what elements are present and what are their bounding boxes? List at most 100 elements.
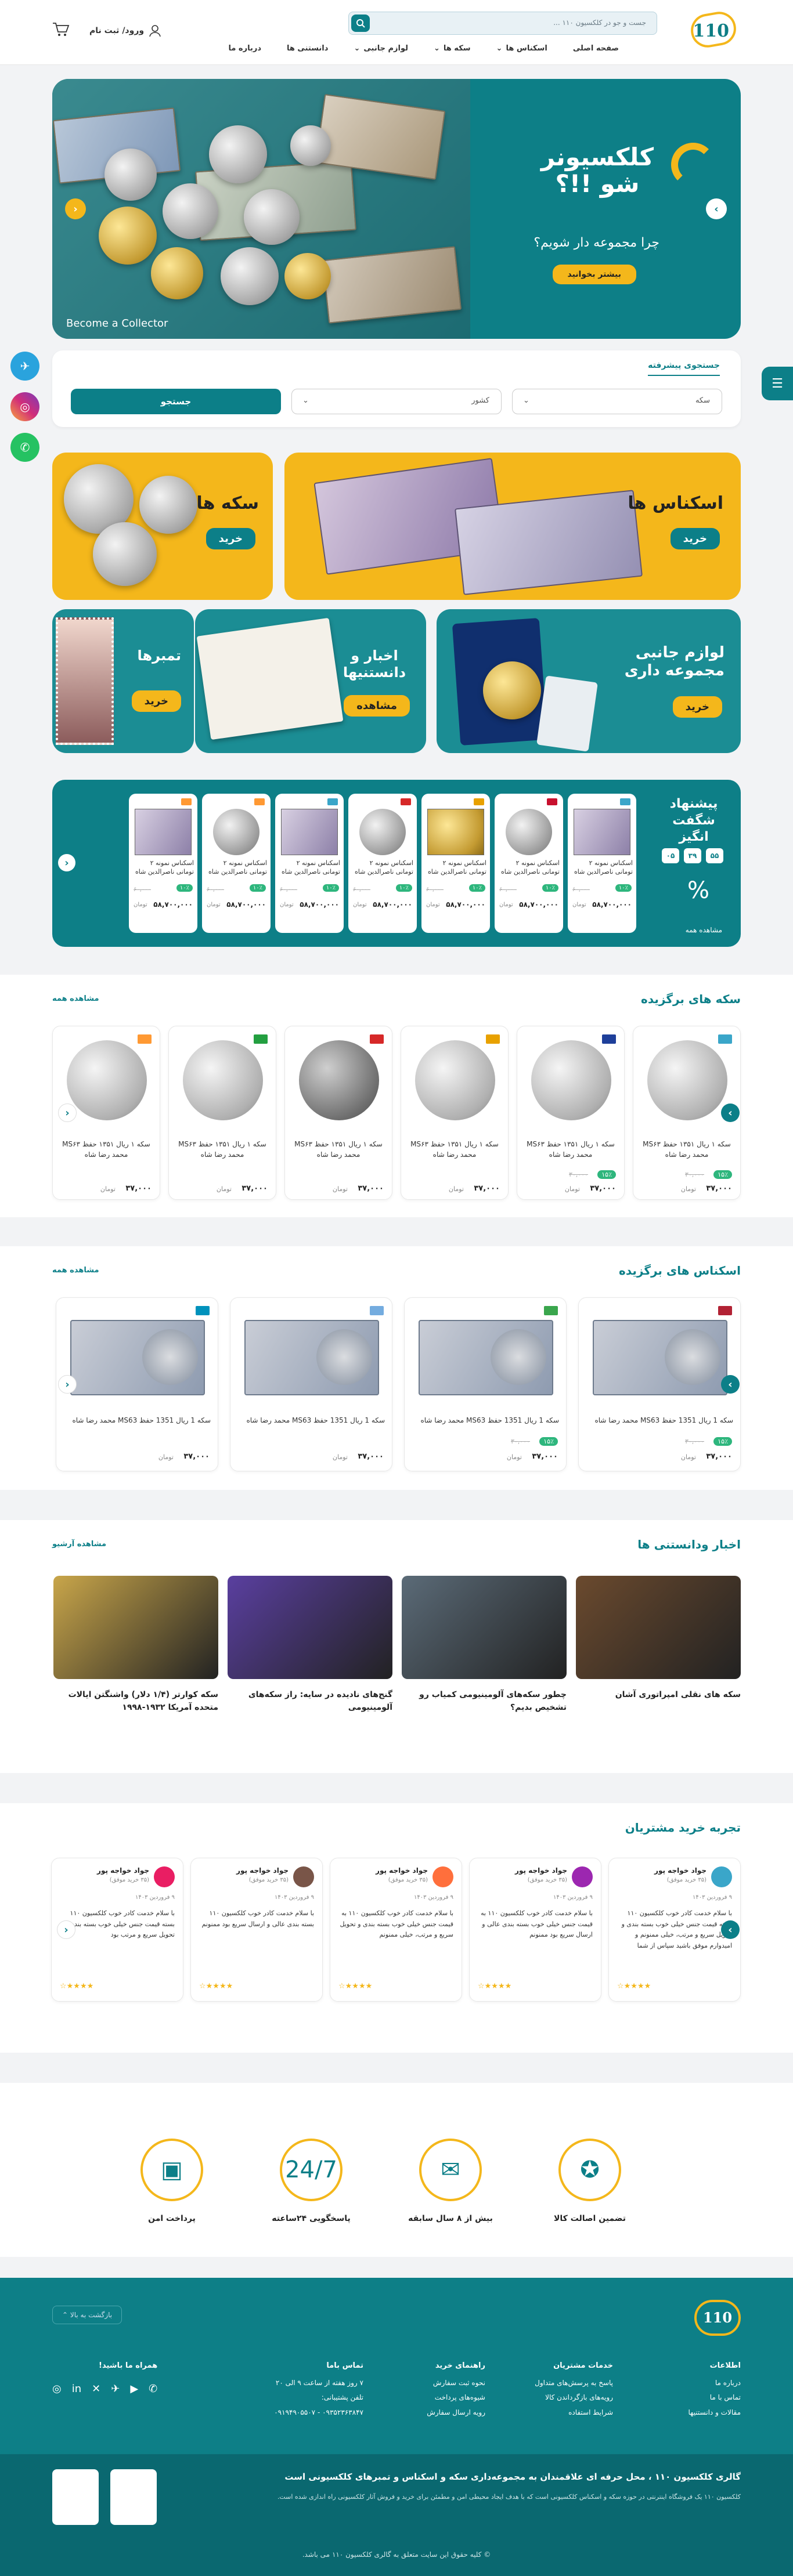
instagram-icon[interactable]: ◎ (52, 2378, 62, 2400)
youtube-icon[interactable]: ▶ (130, 2378, 138, 2400)
footer-link-payment[interactable]: شیوه‌های پرداخت (427, 2390, 485, 2405)
footer-link-order[interactable]: نحوه ثبت سفارش (427, 2376, 485, 2390)
price: ۳۷,۰۰۰ (241, 1184, 268, 1193)
offer-card[interactable]: اسکناس نمونه ۲ تومانی ناصرالدین شاه ۱۰٪ ۶۰… (348, 794, 417, 933)
telegram-icon[interactable]: ✈ (111, 2378, 120, 2400)
offer-card[interactable]: اسکناس نمونه ۲ تومانی ناصرالدین شاه ۱۰٪ ۶۰… (202, 794, 271, 933)
slider-next-arrow[interactable]: › (706, 198, 727, 219)
news-card[interactable]: سکه کوارتر (۱/۴ دلار) واشنگتن ایالات متح… (53, 1576, 218, 1731)
twitter-icon[interactable]: ✕ (92, 2378, 100, 2400)
footer-col-guide: راهنمای خرید نحوه ثبت سفارش شیوه‌های پرداخ… (427, 2358, 485, 2420)
banknote-product-card[interactable]: سکه 1 ریال 1351 حفظ MS63 محمد رضا شاه ۳۷,… (56, 1297, 218, 1471)
coin-product-card[interactable]: سکه ۱ ریال ۱۳۵۱ حفظ MS۶۳ محمد رضا شاه ۱۵٪… (517, 1026, 625, 1200)
stamps-title: تمبرها (137, 647, 181, 664)
currency: تومان (134, 902, 147, 908)
telegram-icon[interactable]: ✈ (10, 352, 39, 381)
banknotes-category-banner[interactable]: اسکناس ها خرید (284, 453, 741, 600)
news-title: سکه های نقلی امپراتوری آشان (615, 1690, 741, 1699)
linkedin-icon[interactable]: in (72, 2378, 81, 2400)
featured-banknotes-view-all[interactable]: مشاهده همه (52, 1266, 99, 1275)
site-logo[interactable]: 110 (684, 8, 741, 51)
banknote-product-card[interactable]: سکه 1 ریال 1351 حفظ MS63 محمد رضا شاه ۱۵٪… (578, 1297, 741, 1471)
whatsapp-icon[interactable]: ✆ (149, 2378, 157, 2400)
offer-card[interactable]: اسکناس نمونه ۲ تومانی ناصرالدین شاه ۱۰٪ ۶۰… (495, 794, 563, 933)
footer-link-articles[interactable]: مقالات و دانستنیها (689, 2405, 741, 2420)
coins-buy-button[interactable]: خرید (206, 528, 255, 549)
nav-coins[interactable]: سکه ها ⌄ (434, 44, 471, 53)
offer-card[interactable]: اسکناس نمونه ۲ تومانی ناصرالدین شاه ۱۰٪ ۶۰… (568, 794, 636, 933)
search-icon[interactable] (351, 15, 370, 32)
news-card[interactable]: سکه های نقلی امپراتوری آشان (576, 1576, 741, 1731)
offer-view-all-link[interactable]: مشاهده همه (686, 926, 722, 934)
footer-link-terms[interactable]: شرایط استفاده (535, 2405, 613, 2420)
nav-articles[interactable]: دانستنی ها (287, 44, 328, 53)
login-register-link[interactable]: ورود/ ثبت نام (89, 24, 161, 37)
stamps-category-banner[interactable]: تمبرها خرید (52, 609, 194, 753)
whatsapp-icon[interactable]: ✆ (10, 433, 39, 462)
category-select[interactable]: سکه ⌄ (512, 389, 722, 414)
reviewer-purchases: (۳۵ خرید موفق) (109, 1877, 149, 1883)
reviews-next-arrow[interactable]: › (721, 1920, 740, 1939)
footer-link-about[interactable]: درباره ما (689, 2376, 741, 2390)
footer-link-contact[interactable]: تماس با ما (689, 2390, 741, 2405)
news-card[interactable]: گنج‌های نادیده در سایه: راز سکه‌های آلوم… (228, 1576, 392, 1731)
search-input[interactable]: جست و جو در کلکسیون ۱۱۰ ... (348, 12, 657, 35)
coins-category-banner[interactable]: سکه ها خرید (52, 453, 273, 600)
banknotes-buy-button[interactable]: خرید (670, 528, 720, 549)
featured-coins-view-all[interactable]: مشاهده همه (52, 994, 99, 1003)
coins-prev-arrow[interactable]: ‹ (58, 1104, 77, 1122)
cart-icon[interactable] (52, 22, 70, 39)
news-image (228, 1576, 392, 1679)
news-archive-link[interactable]: مشاهده آرشیو (52, 1540, 106, 1549)
nav-about[interactable]: درباره ما (228, 44, 261, 53)
news-view-button[interactable]: مشاهده (344, 695, 410, 717)
coin-product-card[interactable]: سکه ۱ ریال ۱۳۵۱ حفظ MS۶۳ محمد رضا شاه ۳۷,… (168, 1026, 276, 1200)
featured-banknotes-title: اسکناس های برگزیده (619, 1264, 741, 1278)
footer-link-returns[interactable]: رویه‌های بازگرداندن کالا (535, 2390, 613, 2405)
coin-product-card[interactable]: سکه ۱ ریال ۱۳۵۱ حفظ MS۶۳ محمد رضا شاه ۳۷,… (284, 1026, 392, 1200)
country-flag (254, 1034, 268, 1044)
hero-slider[interactable]: کلکسیونر شو !!؟ چرا مجموعه دار شویم؟ بیشت… (52, 79, 741, 339)
back-to-top-button[interactable]: بازگشت به بالا ⌃ (52, 2306, 122, 2324)
footer-link-faq[interactable]: پاسخ به پرسش‌های متداول (535, 2376, 613, 2390)
footer-col-social: همراه ما باشید! ✆ ▶ ✈ ✕ in ◎ (52, 2358, 157, 2400)
banknote-product-card[interactable]: سکه 1 ریال 1351 حفظ MS63 محمد رضا شاه ۱۵٪… (404, 1297, 567, 1471)
advanced-search-button[interactable]: جستجو (71, 389, 281, 414)
hero-read-more-button[interactable]: بیشتر بخوانید (552, 265, 636, 284)
reviews-prev-arrow[interactable]: ‹ (57, 1920, 75, 1939)
price: ۵۸,۷۰۰,۰۰۰ (153, 900, 193, 909)
coins-title: سکه ها (196, 493, 259, 513)
stamps-buy-button[interactable]: خرید (131, 690, 181, 712)
nav-banknotes[interactable]: اسکناس ها ⌄ (496, 44, 547, 53)
news-card[interactable]: چطور سکه‌های آلومینیومی کمیاب رو تشخیص ب… (402, 1576, 567, 1731)
news-category-banner[interactable]: اخبار و دانستنیها مشاهده (195, 609, 426, 753)
accessories-buy-button[interactable]: خرید (672, 696, 722, 718)
accessories-category-banner[interactable]: لوازم جانبی مجموعه داری خرید (437, 609, 741, 753)
offer-card[interactable]: اسکناس نمونه ۲ تومانی ناصرالدین شاه ۱۰٪ ۶۰… (275, 794, 344, 933)
offer-prev-arrow[interactable]: ‹ (58, 854, 75, 871)
discount-icon: % (687, 877, 709, 904)
country-select[interactable]: کشور ⌄ (291, 389, 502, 414)
chevron-down-icon: ⌄ (354, 44, 361, 53)
nav-home[interactable]: صفحه اصلی (573, 44, 619, 53)
banknotes-prev-arrow[interactable]: ‹ (58, 1375, 77, 1394)
slider-prev-arrow[interactable]: ‹ (65, 198, 86, 219)
offer-card[interactable]: اسکناس نمونه ۲ تومانی ناصرالدین شاه ۱۰٪ ۶۰… (129, 794, 197, 933)
coins-next-arrow[interactable]: › (721, 1104, 740, 1122)
samandehi-badge[interactable] (110, 2469, 157, 2525)
news-title: گنج‌های نادیده در سایه: راز سکه‌های آلوم… (248, 1690, 392, 1713)
hero-collage (52, 79, 470, 339)
trust-badge[interactable] (52, 2469, 99, 2525)
footer-link-shipping[interactable]: رویه ارسال سفارش (427, 2405, 485, 2420)
currency: تومان (426, 902, 440, 908)
offer-card[interactable]: اسکناس نمونه ۲ تومانی ناصرالدین شاه ۱۰٪ ۶۰… (421, 794, 490, 933)
banknotes-next-arrow[interactable]: › (721, 1375, 740, 1394)
instagram-icon[interactable]: ◎ (10, 392, 39, 421)
nav-accessories[interactable]: لوازم جانبی ⌄ (354, 44, 408, 53)
banknote-product-card[interactable]: سکه 1 ریال 1351 حفظ MS63 محمد رضا شاه ۳۷,… (230, 1297, 392, 1471)
footer-logo[interactable]: 110 (694, 2300, 741, 2336)
coin-product-card[interactable]: سکه ۱ ریال ۱۳۵۱ حفظ MS۶۳ محمد رضا شاه ۳۷,… (401, 1026, 509, 1200)
chat-support-icon[interactable]: ☰ (762, 367, 793, 400)
footer-phone[interactable]: ۰۹۳۵۲۳۶۳۸۴۷ - ۰۹۱۹۴۹۰۵۵۰۷ (274, 2405, 363, 2420)
news-image (53, 1576, 218, 1679)
